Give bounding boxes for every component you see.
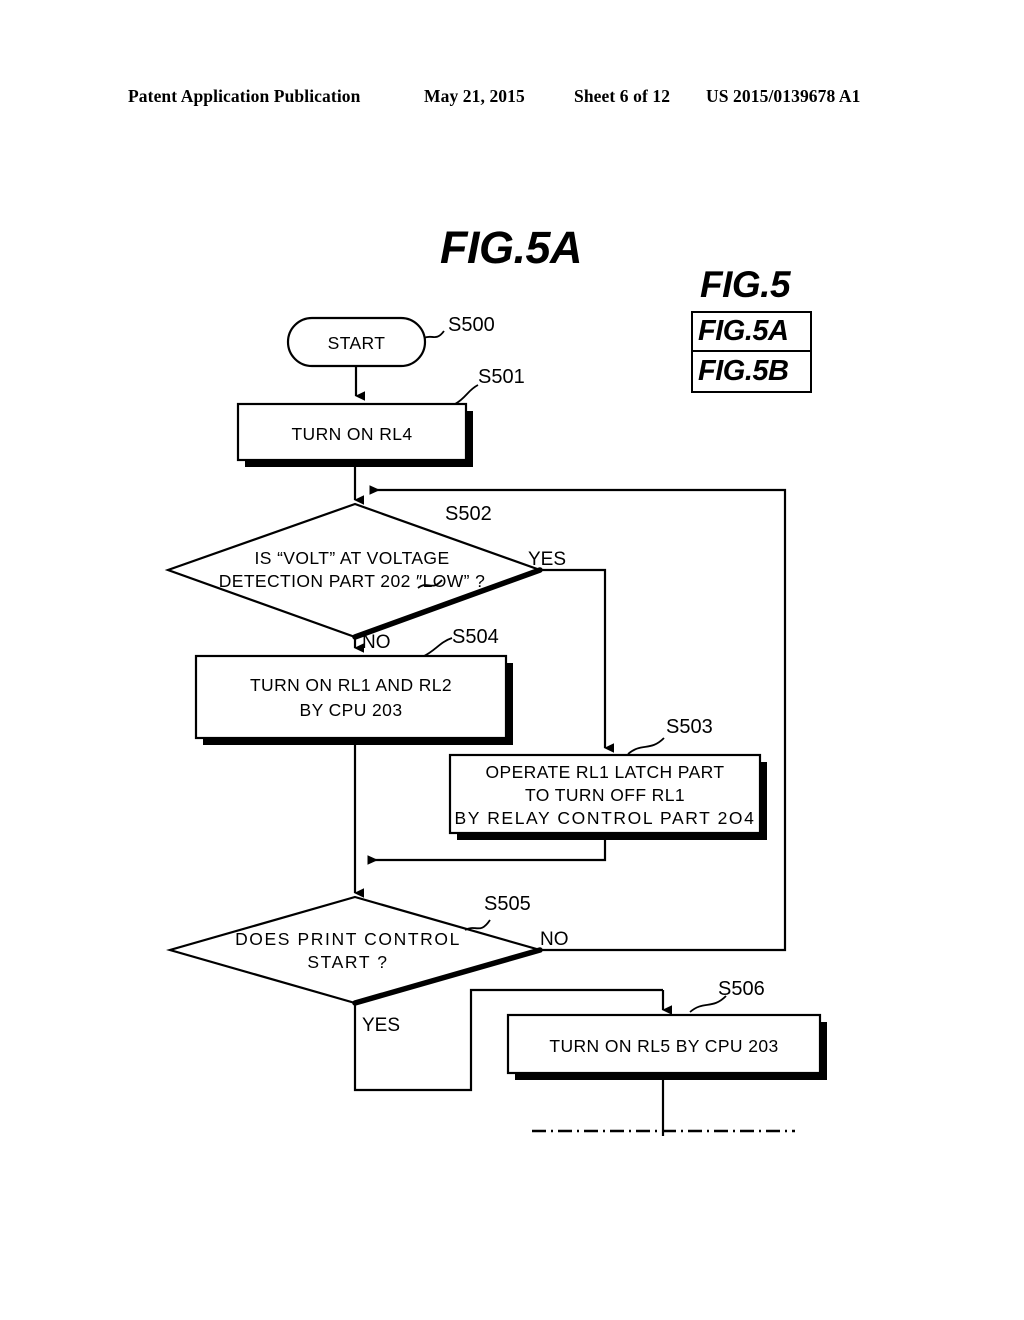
flow-label-s501: S501 (454, 366, 525, 405)
flow-label-s502-text: S502 (445, 503, 492, 525)
flowchart-diagram: START S500 TURN ON RL4 S501 IS “VOLT” AT… (164, 314, 827, 1136)
patent-drawing-page: Patent Application Publication May 21, 2… (0, 0, 1024, 1320)
flow-node-s501: TURN ON RL4 (236, 402, 473, 467)
flow-label-s500: S500 (423, 314, 495, 339)
flow-branch-s505-yes: YES (362, 1015, 400, 1036)
flow-node-s504-line-0: TURN ON RL1 AND RL2 (250, 675, 452, 695)
flow-edge-s502-yes (540, 568, 614, 753)
flow-node-s506: TURN ON RL5 BY CPU 203 (506, 1013, 827, 1080)
flow-label-s504: S504 (423, 626, 499, 657)
flow-node-s502-line-1: DETECTION PART 202 ″LOW” ? (219, 571, 486, 591)
flow-label-s506: S506 (689, 978, 765, 1013)
flow-node-s503-line-1: TO TURN OFF RL1 (525, 785, 685, 805)
flow-node-s503: OPERATE RL1 LATCH PART TO TURN OFF RL1 B… (448, 753, 767, 840)
flow-node-s504-line-1: BY CPU 203 (300, 700, 403, 720)
flow-label-s503: S503 (627, 716, 713, 755)
flow-node-s506-line-0: TURN ON RL5 BY CPU 203 (549, 1036, 778, 1056)
flow-label-s505: S505 (464, 893, 531, 931)
flow-node-s502-line-0: IS “VOLT” AT VOLTAGE (254, 548, 449, 568)
flow-node-s503-line-2: BY RELAY CONTROL PART 2O4 (455, 808, 756, 828)
flow-node-s501-line-0: TURN ON RL4 (291, 424, 412, 444)
flow-label-s500-text: S500 (448, 314, 495, 336)
flow-branch-s505-no: NO (540, 929, 569, 950)
flow-node-s503-line-0: OPERATE RL1 LATCH PART (486, 762, 725, 782)
flow-label-s501-text: S501 (478, 366, 525, 388)
flow-node-s505-line-1: START ? (307, 952, 388, 972)
flow-label-s504-text: S504 (452, 626, 499, 648)
flow-label-s505-text: S505 (484, 893, 531, 915)
flow-branch-s502-no: NO (362, 632, 391, 653)
flow-node-s504: TURN ON RL1 AND RL2 BY CPU 203 (194, 654, 513, 745)
flow-label-s506-text: S506 (718, 978, 765, 1000)
flow-branch-s502-yes: YES (528, 549, 566, 570)
flow-node-s500-line-0: START (328, 333, 386, 353)
flow-node-s505-line-0: DOES PRINT CONTROL (235, 929, 461, 949)
flow-label-s503-text: S503 (666, 716, 713, 738)
flow-node-s500: START (286, 316, 427, 368)
